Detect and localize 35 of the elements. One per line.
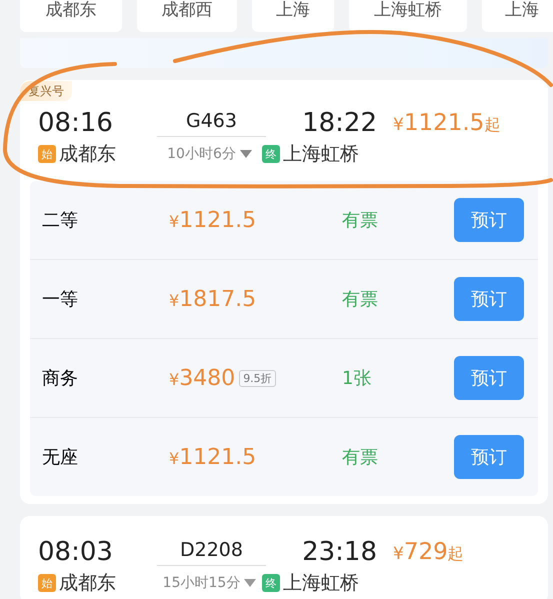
seat-class: 一等: [42, 288, 79, 311]
seat-price: ¥3480: [169, 366, 236, 390]
seat-price: ¥1121.5: [169, 208, 256, 232]
train-number[interactable]: G463: [157, 110, 266, 136]
origin-badge: 始: [38, 574, 56, 592]
station-chip[interactable]: 上海: [482, 0, 553, 32]
seat-class: 商务: [42, 367, 79, 390]
station-name: 上海虹桥: [283, 142, 359, 167]
arrival-time: 18:22: [301, 107, 378, 139]
ticket-availability: 1张: [342, 367, 372, 390]
lowest-price: ¥1121.5起: [392, 110, 502, 136]
discount-badge: 9.5折: [239, 370, 276, 386]
station-chip[interactable]: 成都西: [137, 0, 237, 32]
duration-toggle[interactable]: 10小时6分: [157, 145, 262, 163]
seat-class: 二等: [42, 209, 79, 232]
ticket-availability: 有票: [342, 209, 379, 232]
station-chip[interactable]: 上海: [252, 0, 334, 32]
seat-price: ¥1817.5: [169, 286, 256, 312]
seat-price: ¥1121.5: [169, 444, 256, 470]
arrival-time: 23:18: [301, 536, 378, 568]
lowest-price: ¥729起: [392, 539, 465, 565]
origin-badge: 始: [38, 145, 56, 163]
seat-class: 无座: [42, 446, 79, 469]
station-chip[interactable]: 上海虹桥: [349, 0, 467, 32]
station-chip[interactable]: 成都东: [20, 0, 122, 32]
station-name: 上海虹桥: [283, 571, 359, 596]
train-number[interactable]: D2208: [157, 538, 266, 566]
ticket-availability: 有票: [342, 288, 379, 311]
station-name: 成都东: [59, 142, 116, 167]
ticket-availability: 有票: [342, 446, 379, 469]
departure-time: 08:16: [38, 107, 114, 139]
departure-time: 08:03: [38, 536, 114, 568]
terminal-badge: 终: [262, 145, 280, 163]
station-name: 成都东: [59, 571, 116, 596]
terminal-badge: 终: [262, 574, 280, 592]
